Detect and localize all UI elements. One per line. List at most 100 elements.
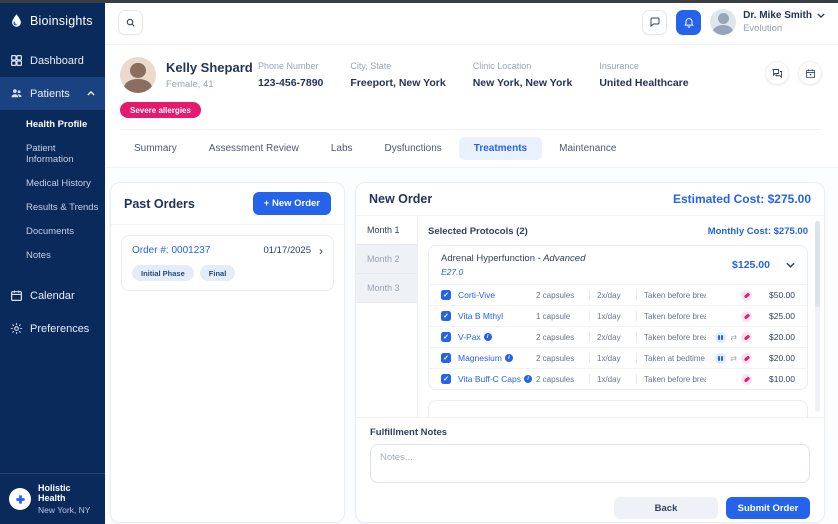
content-area: Past Orders + New Order Order #: 0001237…: [105, 168, 838, 524]
protocol-header[interactable]: Atherosclerosis Advanced $150.00: [429, 401, 807, 418]
allergy-icon: [741, 374, 752, 385]
tab-maintenance[interactable]: Maintenance: [544, 137, 631, 160]
tab-month-2[interactable]: Month 2: [356, 245, 417, 274]
tab-month-3[interactable]: Month 3: [356, 274, 417, 303]
protocol-level: Advanced: [509, 416, 557, 419]
patient-messages-button[interactable]: [765, 61, 789, 85]
supplement-note: Taken before breakfast & in the afternoo…: [644, 291, 706, 300]
protocols-area: Selected Protocols (2) Monthly Cost: $27…: [418, 216, 824, 417]
supplement-link: Vita Buff-C Capsi: [458, 374, 536, 384]
supplement-row: ✓ V-Paxi 2 capsules 2x/day Taken before …: [429, 326, 807, 347]
user-menu[interactable]: Dr. Mike Smith Evolution: [710, 9, 825, 35]
clinic-footer[interactable]: Holistic Health New York, NY: [0, 473, 105, 524]
supplement-note: Taken before breakfast: [644, 312, 706, 321]
checkbox-checked[interactable]: ✓: [441, 332, 451, 342]
scrollbar-track[interactable]: [815, 221, 820, 412]
sidebar-item-patients[interactable]: Patients: [0, 77, 105, 110]
estimated-cost: Estimated Cost: $275.00: [673, 192, 811, 206]
protocol-header[interactable]: Adrenal Hyperfunction Advanced E27.0 $12…: [429, 246, 807, 284]
droplet-logo-icon: [9, 13, 24, 28]
chevron-right-icon[interactable]: ›: [319, 246, 323, 256]
notifications-button[interactable]: [676, 10, 701, 35]
tab-labs[interactable]: Labs: [316, 137, 368, 160]
supplement-row: ✓ Vita Buff-C Capsi 2 capsules 1x/day Ta…: [429, 368, 807, 389]
sidebar-item-patient-information[interactable]: Patient Information: [26, 136, 105, 171]
swap-icon: ⇄: [730, 332, 737, 343]
fulfillment-notes-section: Fulfillment Notes: [356, 418, 824, 488]
checkbox-checked[interactable]: ✓: [441, 290, 451, 300]
supplement-price: $25.00: [759, 311, 795, 321]
calendar-icon: [10, 289, 23, 302]
checkbox-checked[interactable]: ✓: [441, 374, 451, 384]
checkbox-checked[interactable]: ✓: [441, 353, 451, 363]
new-order-button[interactable]: + New Order: [253, 192, 331, 215]
patients-subnav: Health Profile Patient Information Medic…: [0, 110, 105, 271]
order-date: 01/17/2025: [263, 245, 311, 256]
past-orders-title: Past Orders: [124, 197, 195, 211]
chevron-down-icon: [817, 13, 825, 18]
order-badge-initial-phase: Initial Phase: [132, 265, 194, 281]
pills-icon: [715, 332, 726, 343]
sidebar-item-label: Dashboard: [30, 55, 84, 67]
back-button[interactable]: Back: [614, 497, 718, 519]
supplement-icons: [706, 311, 752, 322]
chat-button[interactable]: [642, 10, 667, 35]
protocol-code: E27.0: [441, 267, 585, 277]
patient-calendar-button[interactable]: [798, 61, 822, 85]
protocols-scroll-region: Month 1 Month 2 Month 3 Selected Protoco…: [356, 216, 824, 418]
chevron-down-icon[interactable]: [786, 262, 795, 268]
checkbox-checked[interactable]: ✓: [441, 311, 451, 321]
supplement-icons: ⇄: [706, 332, 752, 343]
order-badge-final: Final: [200, 265, 236, 281]
search-icon: [125, 17, 136, 28]
supplement-row: ✓ Corti-Vive 2 capsules 2x/day Taken bef…: [429, 284, 807, 305]
tab-month-1[interactable]: Month 1: [356, 216, 417, 245]
user-name: Dr. Mike Smith: [743, 10, 812, 21]
clinic-name: Holistic Health: [38, 483, 96, 503]
supplement-price: $20.00: [759, 353, 795, 363]
window-top-edge: [0, 0, 838, 3]
supplement-qty: 2 capsules: [536, 375, 582, 384]
submit-order-button[interactable]: Submit Order: [726, 497, 810, 519]
selected-protocols-label: Selected Protocols (2): [428, 226, 528, 237]
allergy-icon: [741, 311, 752, 322]
sidebar-item-medical-history[interactable]: Medical History: [26, 171, 105, 195]
order-card[interactable]: Order #: 0001237 01/17/2025 › Initial Ph…: [121, 235, 334, 291]
info-icon[interactable]: i: [484, 333, 492, 341]
tab-bar: Summary Assessment Review Labs Dysfuncti…: [105, 130, 838, 168]
fulfillment-notes-label: Fulfillment Notes: [370, 427, 810, 438]
order-number-link[interactable]: Order #: 0001237: [132, 245, 210, 256]
supplement-icons: [706, 374, 752, 385]
supplement-freq: 1x/day: [597, 312, 629, 321]
supplement-price: $50.00: [759, 290, 795, 300]
supplement-freq: 1x/day: [597, 354, 629, 363]
protocol-card-adrenal-hyperfunction: Adrenal Hyperfunction Advanced E27.0 $12…: [428, 245, 808, 390]
sidebar-item-health-profile[interactable]: Health Profile: [26, 112, 105, 136]
fulfillment-notes-input[interactable]: [370, 444, 810, 483]
scrollbar-thumb[interactable]: [815, 221, 820, 307]
search-button[interactable]: [118, 10, 143, 35]
supplement-freq: 2x/day: [597, 333, 629, 342]
new-order-title: New Order: [369, 192, 432, 206]
sidebar-item-preferences[interactable]: Preferences: [0, 312, 105, 345]
tab-assessment-review[interactable]: Assessment Review: [194, 137, 314, 160]
tab-dysfunctions[interactable]: Dysfunctions: [370, 137, 457, 160]
sidebar-item-documents[interactable]: Documents: [26, 219, 105, 243]
pills-icon: [715, 353, 726, 364]
sidebar-item-calendar[interactable]: Calendar: [0, 279, 105, 312]
protocol-price: $150.00: [741, 408, 779, 418]
notifications-bell-icon: [683, 16, 695, 28]
sidebar-item-dashboard[interactable]: Dashboard: [0, 44, 105, 77]
info-icon[interactable]: i: [524, 375, 532, 383]
clinic-location: New York, NY: [38, 505, 96, 515]
sidebar-item-notes[interactable]: Notes: [26, 243, 105, 267]
sidebar-item-results-trends[interactable]: Results & Trends: [26, 195, 105, 219]
tab-treatments[interactable]: Treatments: [459, 137, 542, 160]
dashboard-icon: [10, 54, 23, 67]
clinic-cross-icon: [9, 488, 31, 510]
info-icon[interactable]: i: [505, 354, 513, 362]
tab-summary[interactable]: Summary: [119, 137, 192, 160]
month-tabs: Month 1 Month 2 Month 3: [356, 216, 418, 417]
supplement-qty: 2 capsules: [536, 291, 582, 300]
supplement-freq: 2x/day: [597, 291, 629, 300]
